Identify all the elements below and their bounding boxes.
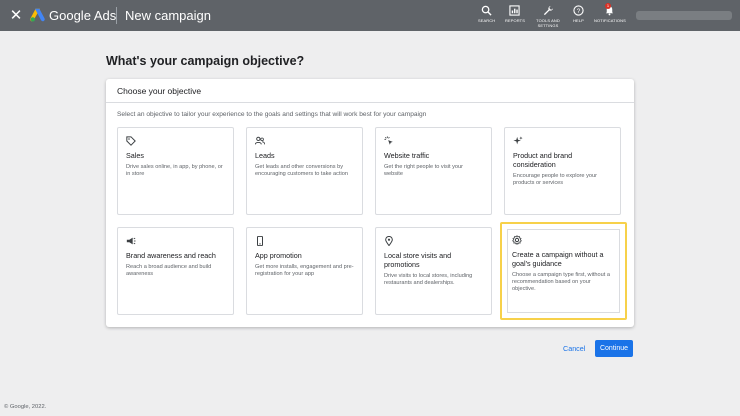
header-divider <box>116 7 117 24</box>
objective-title: App promotion <box>255 251 302 260</box>
help-label: HELP <box>573 18 584 23</box>
header-page-title: New campaign <box>125 8 211 23</box>
reports-icon <box>509 5 521 16</box>
objective-title: Create a campaign without a goal's guida… <box>512 250 604 268</box>
close-icon[interactable]: ✕ <box>9 7 23 23</box>
card-description: Select an objective to tailor your exper… <box>117 111 427 118</box>
card-divider <box>106 102 634 103</box>
account-selector[interactable] <box>636 11 732 20</box>
objective-no-guidance-inner: Create a campaign without a goal's guida… <box>507 229 620 313</box>
objective-leads[interactable]: Leads Get leads and other conversions by… <box>246 127 363 215</box>
objective-description: Choose a campaign type first, without a … <box>512 272 610 293</box>
reports-label: REPORTS <box>505 18 525 23</box>
objective-card: Choose your objective Select an objectiv… <box>106 79 634 327</box>
objective-website-traffic[interactable]: Website traffic Get the right people to … <box>375 127 492 215</box>
wrench-icon <box>543 5 553 16</box>
objective-sales[interactable]: Sales Drive sales online, in app, by pho… <box>117 127 234 215</box>
tools-and-settings-button[interactable]: TOOLS AND SETTINGS <box>534 5 562 28</box>
svg-text:?: ? <box>577 8 581 15</box>
reports-button[interactable]: REPORTS <box>505 5 525 23</box>
megaphone-icon <box>126 237 136 245</box>
notifications-label: NOTIFICATIONS <box>594 18 626 23</box>
help-icon: ? <box>573 5 584 16</box>
settings-gear-icon <box>512 235 522 245</box>
objective-description: Get the right people to visit your websi… <box>384 164 463 178</box>
top-bar: ✕ Google Ads New campaign SEARCH REPORTS… <box>0 0 740 31</box>
objective-local-store-visits[interactable]: Local store visits and promotions Drive … <box>375 227 492 315</box>
objective-title: Product and brand consideration <box>513 151 573 169</box>
objective-description: Drive sales online, in app, by phone, or… <box>126 164 223 178</box>
objective-brand-awareness-and-reach[interactable]: Brand awareness and reach Reach a broad … <box>117 227 234 315</box>
objective-app-promotion[interactable]: App promotion Get more installs, engagem… <box>246 227 363 315</box>
sparkle-icon <box>513 136 523 145</box>
objective-description: Reach a broad audience and build awarene… <box>126 264 212 278</box>
cancel-button[interactable]: Cancel <box>563 344 585 353</box>
objective-title: Local store visits and promotions <box>384 251 452 269</box>
objective-no-guidance[interactable]: Create a campaign without a goal's guida… <box>500 222 627 320</box>
cursor-click-icon <box>384 136 393 145</box>
search-label: SEARCH <box>478 18 496 23</box>
objective-description: Drive visits to local stores, including … <box>384 273 473 287</box>
search-icon <box>481 5 492 16</box>
search-button[interactable]: SEARCH <box>478 5 495 23</box>
objective-title: Leads <box>255 151 275 160</box>
tools-and-settings-label: TOOLS AND SETTINGS <box>536 18 560 28</box>
notifications-button[interactable]: 1 NOTIFICATIONS <box>594 3 626 23</box>
objective-title: Sales <box>126 151 144 160</box>
objective-description: Get leads and other conversions by encou… <box>255 164 348 178</box>
copyright-footer: © Google, 2022. <box>4 404 47 410</box>
brand-name: Google Ads <box>49 8 117 23</box>
help-button[interactable]: ? HELP <box>573 5 584 23</box>
google-ads-logo <box>30 8 45 22</box>
tag-icon <box>126 136 136 146</box>
phone-icon <box>257 236 263 246</box>
objective-description: Get more installs, engagement and pre-re… <box>255 264 354 278</box>
location-pin-icon <box>385 236 393 246</box>
people-icon <box>255 136 265 145</box>
card-title: Choose your objective <box>117 86 202 96</box>
objective-title: Brand awareness and reach <box>126 251 216 260</box>
objective-product-and-brand-consideration[interactable]: Product and brand consideration Encourag… <box>504 127 621 215</box>
continue-button[interactable]: Continue <box>595 340 633 357</box>
page-heading: What's your campaign objective? <box>106 54 305 68</box>
notification-badge: 1 <box>605 3 611 9</box>
objective-description: Encourage people to explore your product… <box>513 173 597 187</box>
objective-title: Website traffic <box>384 151 430 160</box>
